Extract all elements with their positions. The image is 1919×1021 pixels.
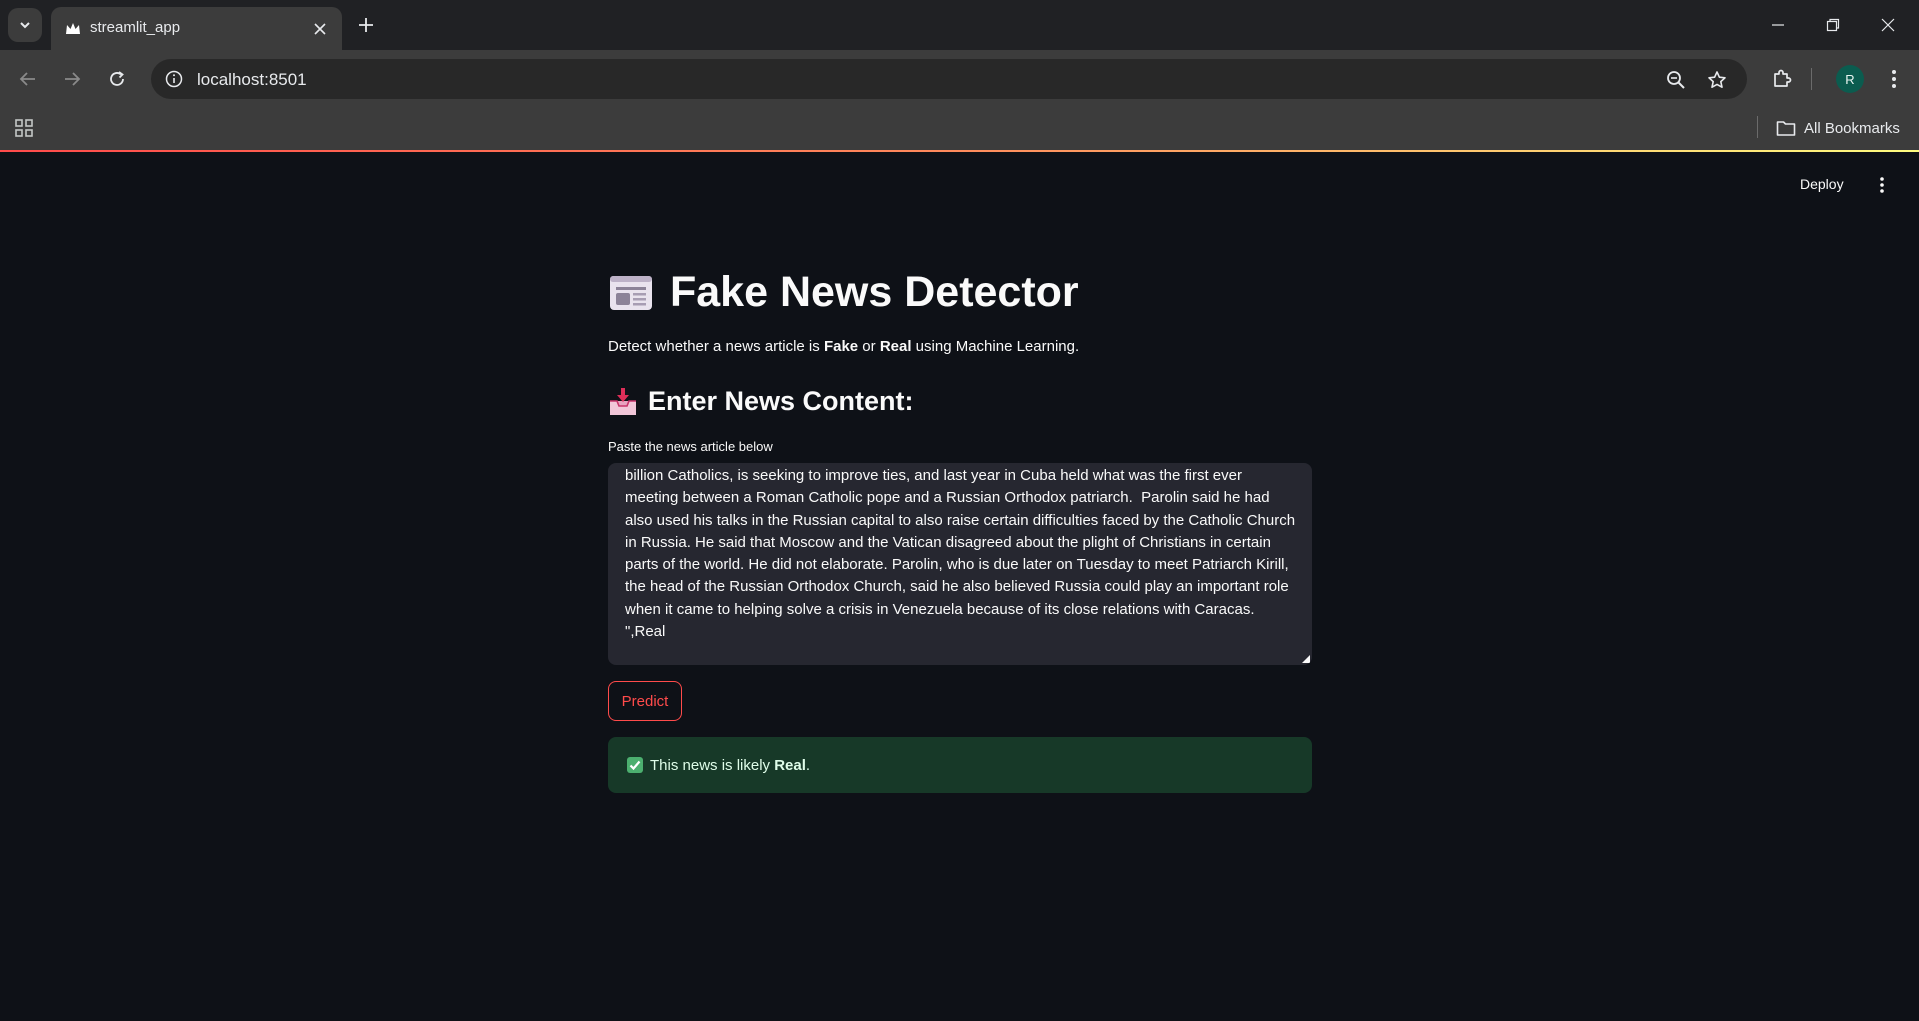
profile-avatar[interactable]: R	[1836, 65, 1864, 93]
app-menu-button[interactable]	[1872, 174, 1892, 196]
all-bookmarks-button[interactable]: All Bookmarks	[1776, 114, 1900, 142]
zoom-icon[interactable]	[1664, 68, 1688, 92]
restore-button[interactable]	[1813, 10, 1853, 40]
close-tab-icon[interactable]	[310, 19, 330, 39]
subtitle-suffix: using Machine Learning.	[911, 338, 1080, 355]
textarea-value: billion Catholics, is seeking to improve…	[625, 467, 1300, 641]
more-vertical-icon	[1880, 177, 1884, 193]
url-text: localhost:8501	[197, 70, 307, 89]
subtitle-or: or	[858, 338, 880, 355]
browser-chrome: streamlit_app localhost:8501 R All Bookm…	[0, 0, 1919, 150]
back-button[interactable]	[13, 64, 43, 94]
newspaper-icon	[610, 275, 652, 310]
arrow-right-icon	[65, 72, 81, 86]
minimize-icon	[1772, 24, 1784, 26]
bookmarks-separator	[1757, 116, 1758, 138]
site-info-icon[interactable]	[163, 68, 185, 90]
subtitle-prefix: Detect whether a news article is	[608, 338, 824, 355]
reload-button[interactable]	[102, 64, 132, 94]
resize-handle-icon[interactable]	[1302, 655, 1310, 663]
puzzle-icon	[1774, 69, 1792, 87]
streamlit-app: Deploy Fake News Detector Detect whether…	[0, 152, 1919, 1021]
news-article-textarea[interactable]: billion Catholics, is seeking to improve…	[608, 463, 1312, 665]
forward-button[interactable]	[57, 64, 87, 94]
deploy-button[interactable]: Deploy	[1800, 176, 1844, 192]
bookmarks-bar: All Bookmarks	[0, 108, 1919, 150]
subtitle: Detect whether a news article is Fake or…	[608, 338, 1079, 355]
restore-icon	[1826, 18, 1840, 32]
tab-search-button[interactable]	[8, 8, 42, 42]
result-verdict: Real	[774, 756, 806, 774]
plus-icon	[359, 18, 373, 32]
section-heading-text: Enter News Content:	[648, 386, 914, 416]
star-icon[interactable]	[1705, 68, 1729, 92]
close-icon	[1881, 18, 1895, 32]
success-alert: This news is likely Real.	[608, 737, 1312, 793]
subtitle-fake: Fake	[823, 338, 859, 355]
more-vertical-icon	[1892, 70, 1896, 88]
apps-grid-icon[interactable]	[12, 116, 36, 140]
toolbar-separator	[1811, 68, 1812, 90]
textarea-label: Paste the news article below	[608, 439, 773, 454]
new-tab-button[interactable]	[353, 12, 379, 38]
result-prefix: This news is likely	[650, 756, 775, 774]
streamlit-crown-icon	[64, 20, 82, 38]
section-heading: Enter News Content:	[608, 386, 914, 417]
predict-button[interactable]: Predict	[608, 681, 682, 721]
page-title: Fake News Detector	[608, 268, 1079, 317]
minimize-button[interactable]	[1758, 10, 1798, 40]
extensions-button[interactable]	[1767, 64, 1797, 94]
address-bar[interactable]: localhost:8501	[151, 59, 1747, 99]
inbox-tray-icon	[610, 387, 636, 415]
tab-title: streamlit_app	[90, 19, 181, 36]
folder-icon	[1776, 121, 1796, 136]
title-text: Fake News Detector	[670, 268, 1079, 316]
result-text: This news is likely Real.	[650, 757, 810, 774]
browser-tab[interactable]: streamlit_app	[51, 7, 342, 50]
close-window-button[interactable]	[1868, 10, 1908, 40]
browser-menu-button[interactable]	[1879, 64, 1909, 94]
all-bookmarks-label: All Bookmarks	[1804, 119, 1900, 137]
reload-icon	[110, 71, 124, 86]
tab-strip: streamlit_app	[0, 0, 1919, 50]
result-suffix: .	[805, 756, 811, 774]
arrow-left-icon	[19, 72, 35, 86]
browser-toolbar: localhost:8501 R	[0, 50, 1919, 108]
check-mark-button-icon	[627, 757, 643, 773]
chevron-down-icon	[20, 22, 30, 29]
subtitle-real: Real	[879, 338, 912, 355]
